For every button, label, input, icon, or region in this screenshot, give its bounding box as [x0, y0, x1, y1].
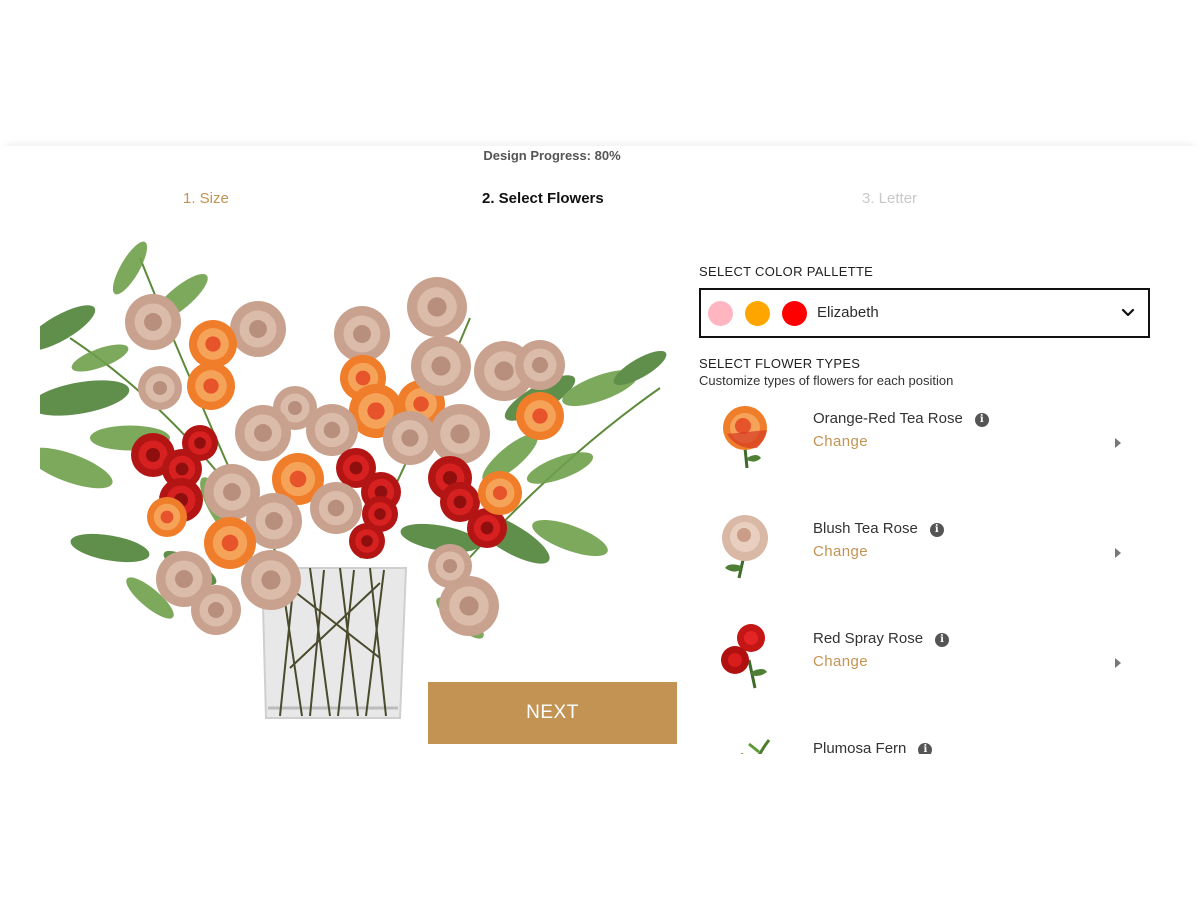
chevron-down-icon: [1121, 308, 1135, 317]
leaf: [526, 452, 594, 484]
leaf: [70, 533, 150, 563]
flower-bloom: [478, 471, 522, 515]
change-flower-link[interactable]: Change: [813, 543, 868, 560]
red-spray-rose-thumbnail: [721, 624, 767, 689]
flower-row-plumosa-fern[interactable]: Plumosa Ferni Change: [699, 730, 1139, 754]
design-progress-text: Design Progress: 80%: [483, 148, 621, 163]
bouquet-illustration: [40, 241, 667, 719]
leaf: [613, 350, 667, 386]
flower-bloom: [182, 425, 218, 461]
info-icon[interactable]: i: [929, 523, 944, 537]
flower-row-red-spray-rose[interactable]: Red Spray Rose i Change: [699, 620, 1139, 716]
color-palette-dropdown[interactable]: Elizabeth: [699, 288, 1150, 338]
flower-bloom: [241, 550, 301, 610]
blush-rose-thumbnail: [722, 515, 768, 579]
palette-swatch-orange: [745, 301, 770, 326]
flower-bloom: [516, 392, 564, 440]
flower-bloom: [138, 366, 182, 410]
change-flower-link[interactable]: Change: [813, 653, 868, 670]
palette-section-label: SELECT COLOR PALLETTE: [699, 264, 874, 279]
flower-bloom: [189, 320, 237, 368]
flower-bloom: [515, 340, 565, 390]
flower-bloom: [191, 585, 241, 635]
info-icon[interactable]: i: [935, 633, 950, 647]
step-select-flowers[interactable]: 2. Select Flowers: [482, 190, 604, 207]
leaf: [40, 447, 113, 489]
flower-name: Orange-Red Tea Rose: [813, 410, 963, 427]
flower-bloom: [383, 411, 437, 465]
flower-bloom: [407, 277, 467, 337]
flower-types-section-label: SELECT FLOWER TYPES: [699, 356, 861, 371]
flower-bloom: [230, 301, 286, 357]
next-button[interactable]: NEXT: [428, 682, 677, 744]
orange-red-rose-thumbnail: [723, 406, 767, 469]
leaf: [40, 380, 130, 416]
flower-bloom: [411, 336, 471, 396]
flower-bloom: [430, 404, 490, 464]
flower-row-blush-tea-rose[interactable]: Blush Tea Rose i Change: [699, 510, 1139, 606]
info-icon[interactable]: i: [918, 743, 933, 754]
palette-swatch-pink: [708, 301, 733, 326]
chevron-right-icon[interactable]: [1115, 548, 1121, 558]
customization-panel: SELECT COLOR PALLETTE Elizabeth SELECT F…: [699, 264, 1159, 754]
flower-name: Red Spray Rose: [813, 630, 924, 647]
flower-bloom: [125, 294, 181, 350]
flower-name: Blush Tea Rose: [813, 520, 918, 537]
flower-bloom: [187, 362, 235, 410]
change-flower-link[interactable]: Change: [813, 433, 868, 450]
step-size[interactable]: 1. Size: [183, 190, 229, 207]
palette-swatch-red: [782, 301, 807, 326]
step-letter[interactable]: 3. Letter: [862, 190, 917, 207]
chevron-right-icon[interactable]: [1115, 658, 1121, 668]
info-icon[interactable]: i: [974, 413, 989, 427]
step-navigation: 1. Size 2. Select Flowers 3. Letter: [0, 190, 1200, 214]
flower-bloom: [439, 576, 499, 636]
fern-thumbnail: [741, 739, 771, 754]
flower-bloom: [310, 482, 362, 534]
leaf: [112, 241, 148, 295]
flower-bloom: [147, 497, 187, 537]
flower-row-orange-red-tea-rose[interactable]: Orange-Red Tea Rose i Change: [699, 400, 1139, 496]
chevron-right-icon[interactable]: [1115, 438, 1121, 448]
bouquet-preview-image: [40, 238, 690, 724]
flower-bloom: [306, 404, 358, 456]
flower-designer: Design Progress: 80% 1. Size 2. Select F…: [0, 146, 1200, 754]
leaf: [40, 305, 96, 351]
flower-types-subtitle: Customize types of flowers for each posi…: [699, 373, 954, 388]
palette-selected-name: Elizabeth: [817, 304, 879, 321]
flower-type-list: Orange-Red Tea Rose i Change Blush Tea Ro…: [699, 400, 1139, 754]
flower-bloom: [349, 523, 385, 559]
flower-bloom: [334, 306, 390, 362]
flower-name: Plumosa Fern: [813, 740, 907, 754]
flower-bloom: [235, 405, 291, 461]
